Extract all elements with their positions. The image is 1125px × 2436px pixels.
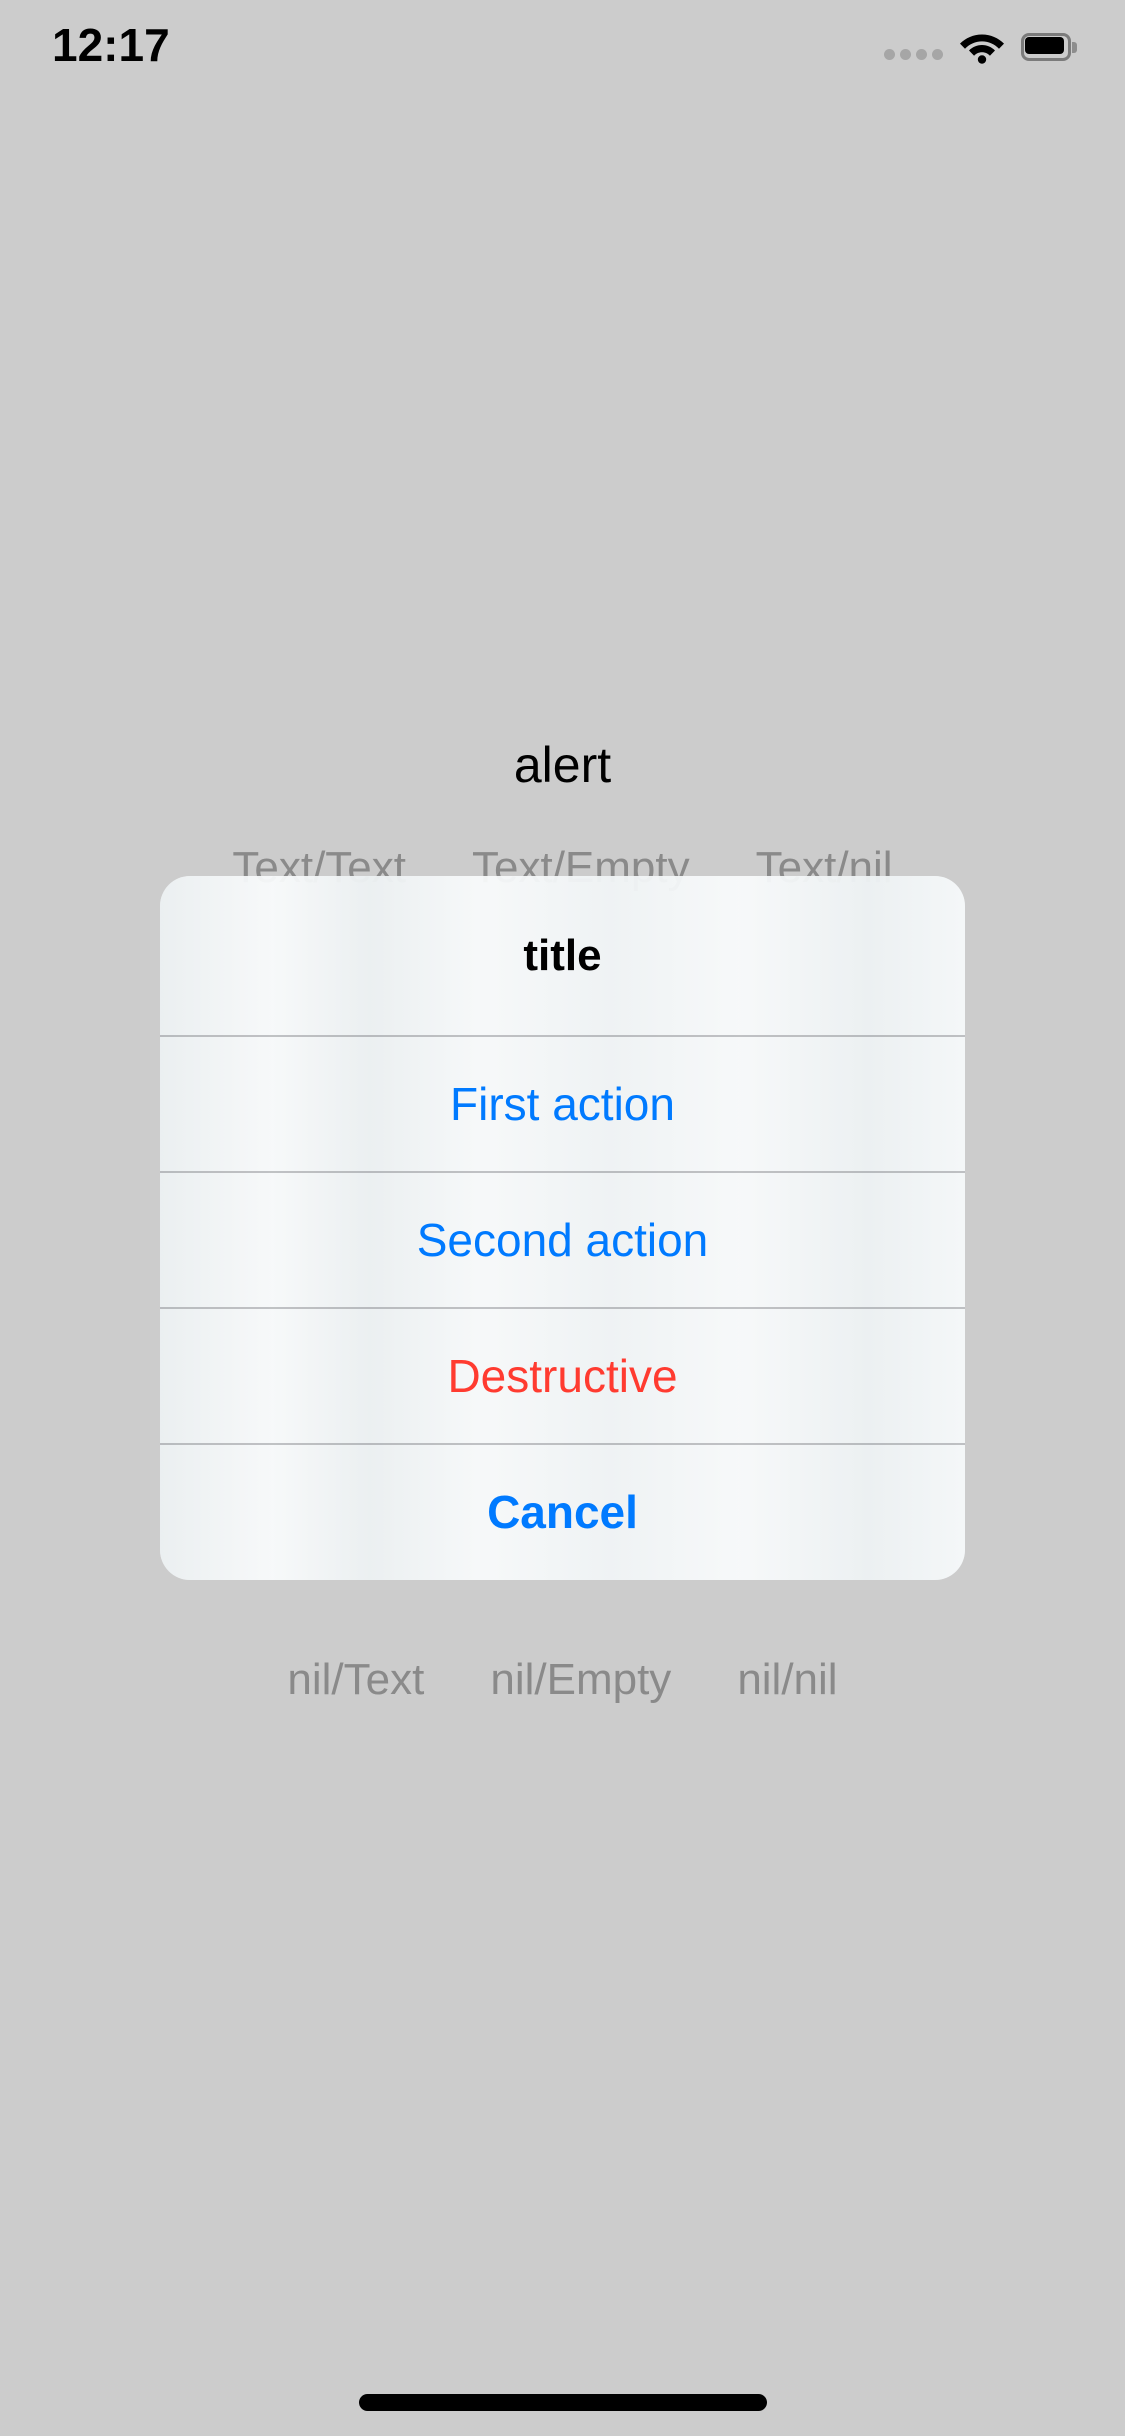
home-indicator[interactable]: [358, 2394, 767, 2411]
alert-action-cancel[interactable]: Cancel: [160, 1443, 965, 1579]
cellular-signal-dots-icon: [884, 26, 943, 68]
label-row-bottom: nil/Text nil/Empty nil/nil: [0, 1652, 1125, 1708]
signal-dot: [916, 49, 927, 60]
alert-title: title: [523, 930, 602, 980]
battery-full-icon: [1021, 33, 1077, 61]
alert-action-label: Second action: [416, 1214, 709, 1266]
page-title: alert: [513, 737, 612, 793]
battery-level-fill: [1025, 37, 1064, 54]
alert-action-second[interactable]: Second action: [160, 1171, 965, 1307]
signal-dot: [900, 49, 911, 60]
battery-terminal: [1072, 42, 1077, 53]
alert-action-first[interactable]: First action: [160, 1035, 965, 1171]
label-nil-empty[interactable]: nil/Empty: [490, 1652, 671, 1708]
status-bar-indicators: [884, 26, 1077, 68]
status-bar: 12:17: [0, 0, 1125, 120]
label-nil-nil[interactable]: nil/nil: [737, 1652, 837, 1708]
signal-dot: [884, 49, 895, 60]
alert-dialog: title First action Second action Destruc…: [160, 876, 965, 1580]
status-bar-time: 12:17: [52, 19, 170, 71]
alert-action-destructive[interactable]: Destructive: [160, 1307, 965, 1443]
alert-action-label: Destructive: [447, 1350, 678, 1402]
phone-screen: 12:17 alert Text/Text Text/Empty Text/ni…: [0, 0, 1125, 2436]
alert-header: title: [160, 876, 965, 1035]
wifi-icon: [959, 30, 1005, 64]
alert-action-label: Cancel: [487, 1486, 638, 1538]
alert-action-label: First action: [450, 1078, 675, 1130]
label-nil-text[interactable]: nil/Text: [287, 1652, 424, 1708]
signal-dot: [932, 49, 943, 60]
